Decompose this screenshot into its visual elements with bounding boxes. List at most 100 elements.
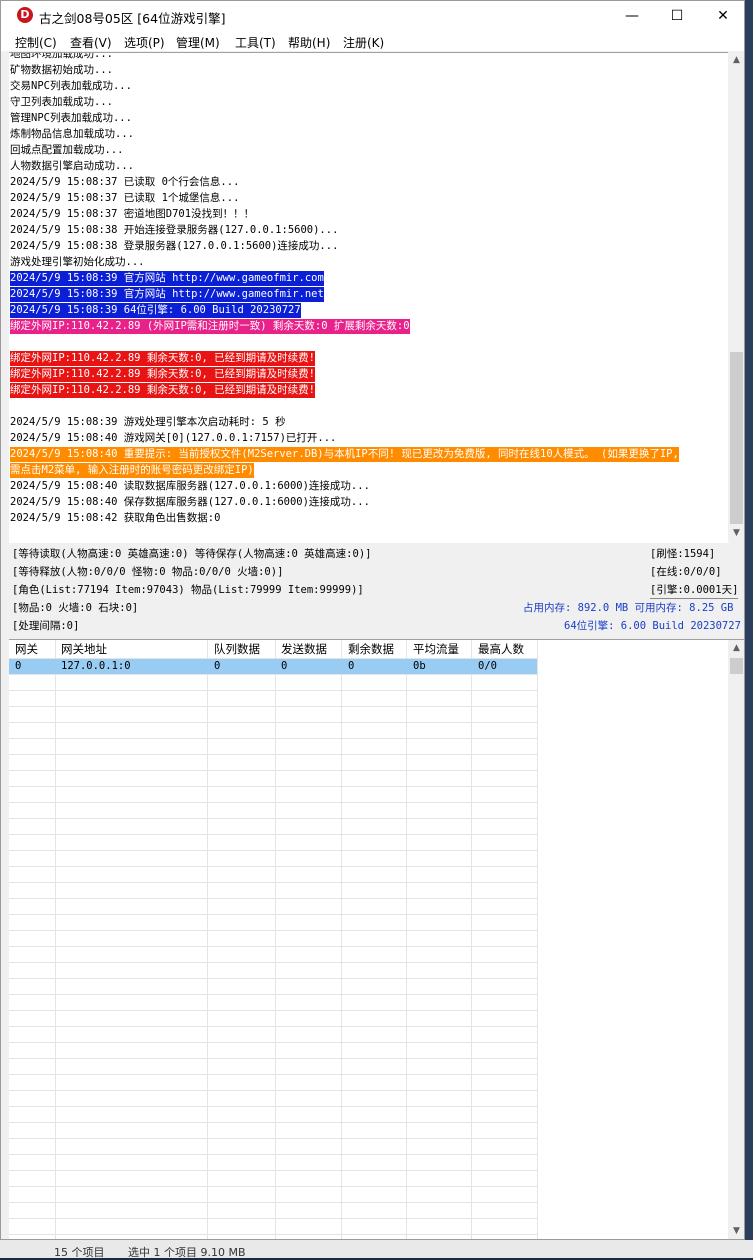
- grid-row-divider: [9, 834, 537, 835]
- grid-row-divider: [9, 786, 537, 787]
- log-line: 矿物数据初始成功...: [10, 64, 113, 76]
- grid-row-divider: [9, 802, 537, 803]
- scroll-down-icon[interactable]: ▼: [728, 525, 744, 542]
- menu-options[interactable]: 选项(P): [124, 34, 165, 51]
- window-title: 古之剑08号05区 [64位游戏引擎]: [39, 11, 226, 26]
- grid-row-divider: [9, 994, 537, 995]
- grid-row-divider: [9, 1170, 537, 1171]
- grid-row-divider: [9, 946, 537, 947]
- status-refresh-monster: [刷怪:1594]: [650, 548, 716, 560]
- status-engine: [引擎:0.0001天]: [650, 582, 739, 599]
- grid-row-divider: [9, 978, 537, 979]
- menu-view[interactable]: 查看(V): [70, 34, 112, 51]
- log-line: 绑定外网IP:110.42.2.89 (外网IP需和注册时一致) 剩余天数:0 …: [10, 319, 410, 334]
- status-wait-read: [等待读取(人物高速:0 英雄高速:0) 等待保存(人物高速:0 英雄高速:0)…: [12, 548, 372, 560]
- cell-gateway: 0: [15, 660, 22, 672]
- log-line: 2024/5/9 15:08:37 已读取 0个行会信息...: [10, 176, 240, 188]
- log-line: 2024/5/9 15:08:39 官方网站 http://www.gameof…: [10, 271, 324, 286]
- grid-row-divider: [9, 1234, 537, 1235]
- grid-row-divider: [9, 1010, 537, 1011]
- table-scrollbar[interactable]: ▲ ▼: [728, 640, 744, 1239]
- log-line: 交易NPC列表加载成功...: [10, 80, 132, 92]
- log-line: 游戏处理引擎初始化成功...: [10, 256, 145, 268]
- grid-row-divider: [9, 1122, 537, 1123]
- status-build: 64位引擎: 6.00 Build 20230727: [564, 620, 741, 632]
- grid-col-divider: [341, 640, 342, 1239]
- grid-row-divider: [9, 898, 537, 899]
- log-line: 绑定外网IP:110.42.2.89 剩余天数:0, 已经到期请及时续费!: [10, 383, 315, 398]
- col-header-max-users[interactable]: 最高人数: [478, 641, 524, 658]
- grid-row-divider: [9, 882, 537, 883]
- grid-row-divider: [9, 1090, 537, 1091]
- menu-register[interactable]: 注册(K): [343, 34, 384, 51]
- grid-row-divider: [9, 1202, 537, 1203]
- grid-row-divider: [9, 754, 537, 755]
- log-line: 人物数据引擎启动成功...: [10, 160, 134, 172]
- log-scroll-thumb[interactable]: [730, 352, 743, 524]
- table-scroll-thumb[interactable]: [730, 658, 743, 674]
- log-line: 2024/5/9 15:08:40 保存数据库服务器(127.0.0.1:600…: [10, 496, 370, 508]
- grid-col-divider: [55, 640, 56, 1239]
- log-line: 2024/5/9 15:08:39 游戏处理引擎本次启动耗时: 5 秒: [10, 416, 286, 428]
- status-items: [物品:0 火墙:0 石块:0]: [12, 602, 139, 614]
- maximize-button[interactable]: ☐: [654, 1, 700, 31]
- app-window: D 古之剑08号05区 [64位游戏引擎] — ☐ ✕ 控制(C) 查看(V) …: [0, 0, 745, 1240]
- grid-row-divider: [9, 690, 537, 691]
- grid-row-divider: [9, 930, 537, 931]
- grid-row-divider: [9, 850, 537, 851]
- title-bar[interactable]: D 古之剑08号05区 [64位游戏引擎] — ☐ ✕: [1, 1, 744, 31]
- grid-col-divider: [537, 640, 538, 1239]
- menu-help[interactable]: 帮助(H): [288, 34, 330, 51]
- col-header-address[interactable]: 网关地址: [61, 641, 107, 658]
- gateway-table[interactable]: 网关 网关地址 队列数据 发送数据 剩余数据 平均流量 最高人数 0 127.0…: [9, 639, 744, 1239]
- cell-remaining: 0: [348, 660, 355, 672]
- log-line: 2024/5/9 15:08:38 开始连接登录服务器(127.0.0.1:56…: [10, 224, 339, 236]
- log-line: 2024/5/9 15:08:42 获取角色出售数据:0: [10, 512, 221, 524]
- log-line: 2024/5/9 15:08:37 已读取 1个城堡信息...: [10, 192, 240, 204]
- grid-col-divider: [471, 640, 472, 1239]
- log-line: 需点击M2菜单, 输入注册时的账号密码更改绑定IP): [10, 463, 254, 478]
- col-header-remaining[interactable]: 剩余数据: [348, 641, 394, 658]
- grid-row-divider: [9, 866, 537, 867]
- log-line: 地图环境加载成功...: [10, 52, 113, 60]
- col-header-queue[interactable]: 队列数据: [214, 641, 260, 658]
- grid-row-divider: [9, 738, 537, 739]
- grid-row-divider: [9, 674, 537, 675]
- scroll-up-icon[interactable]: ▲: [728, 640, 744, 657]
- col-header-sent[interactable]: 发送数据: [281, 641, 327, 658]
- scroll-down-icon[interactable]: ▼: [728, 1223, 744, 1239]
- status-panel: [等待读取(人物高速:0 英雄高速:0) 等待保存(人物高速:0 英雄高速:0)…: [9, 544, 744, 636]
- status-online: [在线:0/0/0]: [650, 566, 722, 578]
- grid-col-divider: [406, 640, 407, 1239]
- log-line: 绑定外网IP:110.42.2.89 剩余天数:0, 已经到期请及时续费!: [10, 351, 315, 366]
- menu-manage[interactable]: 管理(M): [176, 34, 220, 51]
- status-wait-release: [等待释放(人物:0/0/0 怪物:0 物品:0/0/0 火墙:0)]: [12, 566, 284, 578]
- col-header-avg-traffic[interactable]: 平均流量: [413, 641, 459, 658]
- cell-queue: 0: [214, 660, 221, 672]
- scroll-up-icon[interactable]: ▲: [728, 52, 744, 69]
- log-line: 管理NPC列表加载成功...: [10, 112, 132, 124]
- menu-bar: 控制(C) 查看(V) 选项(P) 管理(M) 工具(T) 帮助(H) 注册(K…: [1, 31, 744, 51]
- grid-row-divider: [9, 722, 537, 723]
- log-line: 绑定外网IP:110.42.2.89 剩余天数:0, 已经到期请及时续费!: [10, 367, 315, 382]
- explorer-status-bar: 15 个项目 选中 1 个项目 9.10 MB: [0, 1240, 753, 1259]
- grid-row-divider: [9, 818, 537, 819]
- grid-col-divider: [275, 640, 276, 1239]
- cell-sent: 0: [281, 660, 288, 672]
- status-role-list: [角色(List:77194 Item:97043) 物品(List:79999…: [12, 584, 364, 596]
- log-scrollbar[interactable]: ▲ ▼: [728, 52, 744, 542]
- grid-row-divider: [9, 1042, 537, 1043]
- log-panel[interactable]: 地图环境加载成功... 矿物数据初始成功... 交易NPC列表加载成功... 守卫列表…: [9, 52, 729, 543]
- cell-address: 127.0.0.1:0: [61, 660, 131, 672]
- menu-tools[interactable]: 工具(T): [235, 34, 276, 51]
- close-button[interactable]: ✕: [700, 1, 744, 31]
- grid-row-divider: [9, 1026, 537, 1027]
- col-header-gateway[interactable]: 网关: [15, 641, 38, 658]
- log-line: 2024/5/9 15:08:40 重要提示: 当前授权文件(M2Server.…: [10, 447, 679, 462]
- minimize-button[interactable]: —: [609, 1, 655, 31]
- log-line: 2024/5/9 15:08:39 官方网站 http://www.gameof…: [10, 287, 324, 302]
- menu-control[interactable]: 控制(C): [15, 34, 57, 51]
- desktop-background: [745, 0, 753, 1240]
- grid-row-divider: [9, 1074, 537, 1075]
- log-line: 2024/5/9 15:08:38 登录服务器(127.0.0.1:5600)连…: [10, 240, 339, 252]
